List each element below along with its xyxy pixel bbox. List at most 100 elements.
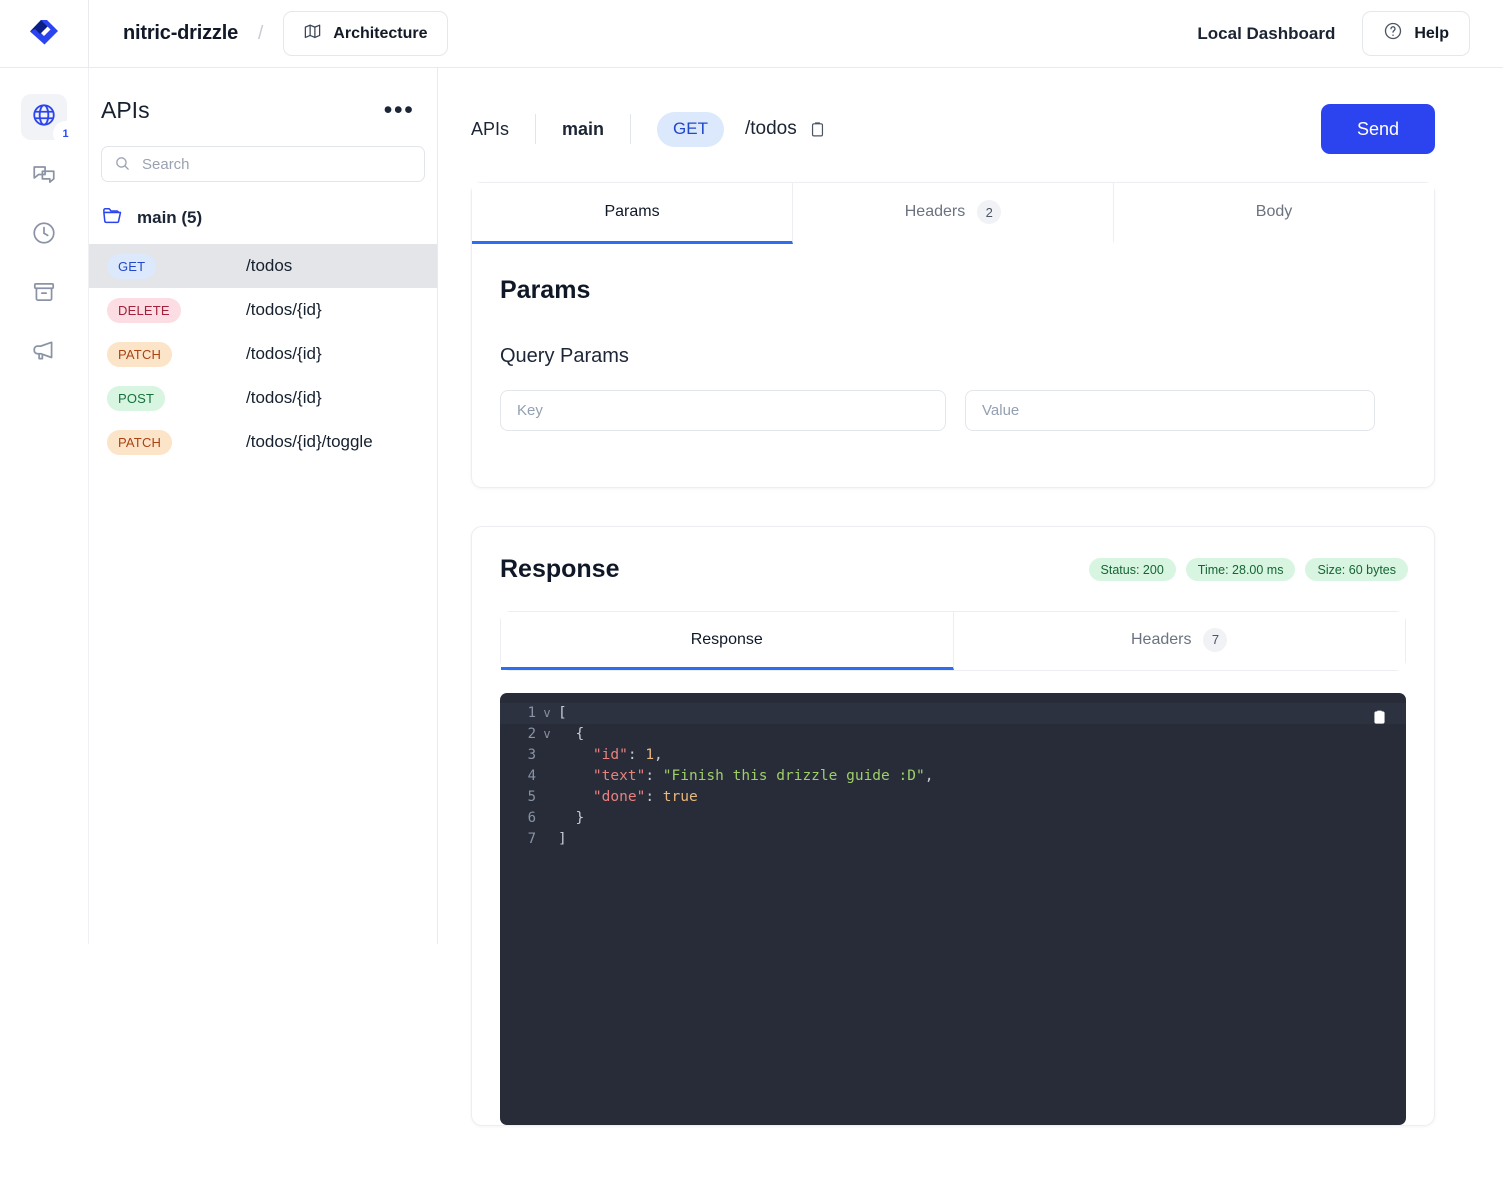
main-panel: APIs main GET /todos Send [438,68,1503,1200]
route-method-cell: DELETE [107,298,246,323]
code-line: 5 "done": true [500,787,1406,808]
params-heading: Params [500,276,1406,305]
search-wrapper [89,124,437,182]
sidebar-header: APIs ••• [89,68,437,124]
code-line: 3 "id": 1, [500,745,1406,766]
breadcrumb-divider-1 [535,114,536,144]
app-root: nitric-drizzle / Architecture Local Dash… [0,0,1503,1200]
code-text: } [558,808,584,829]
topbar-right: Local Dashboard Help [1197,11,1503,56]
request-tabs: Params Headers 2 Body [472,183,1434,244]
status-badge: Time: 28.00 ms [1186,558,1296,581]
clock-icon [31,220,57,251]
body-row: 1 [0,68,1503,1200]
map-icon [303,22,322,46]
route-row[interactable]: POST/todos/{id} [89,376,437,420]
line-number: 5 [500,787,536,808]
line-number: 2 [500,724,536,745]
search-input[interactable] [101,146,425,182]
response-heading: Response [500,555,619,584]
params-body: Params Query Params [472,244,1434,487]
rail-item-apis[interactable]: 1 [21,94,67,140]
code-line: 2v { [500,724,1406,745]
question-circle-icon [1383,21,1403,46]
route-path: /todos/{id} [246,300,322,320]
tab-headers[interactable]: Headers7 [954,612,1406,670]
request-header: APIs main GET /todos Send [471,68,1435,182]
project-name: nitric-drizzle [123,22,238,45]
code-line: 1v[ [500,703,1406,724]
apis-sidebar: APIs ••• main (5) [88,68,438,944]
route-method-badge: PATCH [107,342,172,367]
route-method-cell: GET [107,254,246,279]
request-breadcrumb: APIs main GET /todos [471,112,826,147]
chevron-down-icon[interactable]: v [536,724,558,745]
tab-headers[interactable]: Headers 2 [793,183,1114,244]
query-params-heading: Query Params [500,345,1406,368]
folder-main[interactable]: main (5) [89,182,437,244]
response-tabs-wrapper: Response Headers7 [472,584,1434,671]
folder-icon [101,204,124,232]
code-clipboard-icon[interactable] [1371,708,1388,727]
tab-params[interactable]: Params [472,183,793,244]
rail-item-topics[interactable] [21,153,67,199]
breadcrumb-separator: / [258,23,263,45]
globe-icon [31,102,57,133]
tab-label: Headers [1131,631,1191,649]
route-row[interactable]: PATCH/todos/{id} [89,332,437,376]
rail-item-storage[interactable] [21,271,67,317]
route-method-cell: PATCH [107,342,246,367]
query-param-value-input[interactable] [965,390,1375,431]
query-param-row [500,390,1406,431]
route-method-badge: POST [107,386,165,411]
architecture-button[interactable]: Architecture [283,11,447,56]
request-method-badge: GET [657,112,724,147]
line-number: 1 [500,703,536,724]
help-label: Help [1414,25,1449,43]
route-method-cell: PATCH [107,430,246,455]
line-number: 4 [500,766,536,787]
route-row[interactable]: GET/todos [89,244,437,288]
tab-label: Headers [905,203,965,221]
send-button[interactable]: Send [1321,104,1435,154]
route-list: GET/todosDELETE/todos/{id}PATCH/todos/{i… [89,244,437,464]
search-icon [114,155,131,177]
route-path: /todos/{id}/toggle [246,432,373,452]
tab-response[interactable]: Response [501,612,954,670]
route-row[interactable]: PATCH/todos/{id}/toggle [89,420,437,464]
code-text: "id": 1, [558,745,663,766]
ellipsis-icon[interactable]: ••• [384,96,414,124]
route-path: /todos/{id} [246,344,322,364]
breadcrumb-divider-2 [630,114,631,144]
route-method-badge: GET [107,254,156,279]
line-number: 3 [500,745,536,766]
breadcrumb-apis[interactable]: APIs [471,119,535,140]
chevron-down-icon[interactable]: v [536,703,558,724]
chat-bubbles-icon [31,161,57,192]
status-badge: Size: 60 bytes [1305,558,1408,581]
tab-label: Response [691,631,763,649]
tab-body[interactable]: Body [1114,183,1434,244]
tab-label: Body [1256,203,1292,221]
query-param-key-input[interactable] [500,390,946,431]
tab-count-badge: 2 [977,200,1001,224]
local-dashboard-label: Local Dashboard [1197,24,1335,44]
route-method-cell: POST [107,386,246,411]
breadcrumb: nitric-drizzle / Architecture [89,11,448,56]
code-line: 7] [500,829,1406,850]
breadcrumb-api-name[interactable]: main [562,119,630,140]
tab-label: Params [604,203,659,221]
request-path: /todos [745,118,797,140]
route-row[interactable]: DELETE/todos/{id} [89,288,437,332]
megaphone-icon [31,338,57,369]
clipboard-icon[interactable] [809,120,826,139]
logo-cell[interactable] [0,0,88,67]
response-card: Response Status: 200Time: 28.00 msSize: … [471,526,1435,1126]
line-number: 6 [500,808,536,829]
code-text: "text": "Finish this drizzle guide :D", [558,766,933,787]
help-button[interactable]: Help [1362,11,1470,56]
rail-item-websockets[interactable] [21,330,67,376]
rail-item-schedules[interactable] [21,212,67,258]
code-text: "done": true [558,787,698,808]
line-number: 7 [500,829,536,850]
